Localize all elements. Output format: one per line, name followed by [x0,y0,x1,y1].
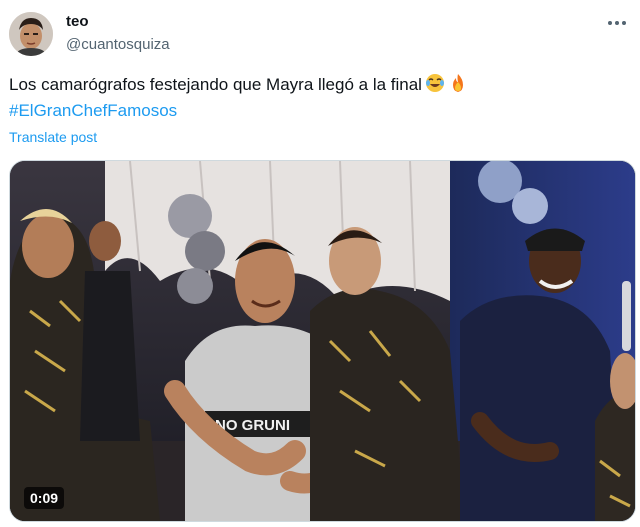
post-body: Los camarógrafos festejando que Mayra ll… [9,75,422,94]
post-text: Los camarógrafos festejando que Mayra ll… [9,72,629,124]
author-handle[interactable]: @cuantosquiza [66,35,170,55]
more-horizontal-icon [608,21,626,25]
translate-post-link[interactable]: Translate post [9,129,97,145]
avatar-image [9,12,53,56]
fire-emoji [452,74,463,92]
author-display-name[interactable]: teo [66,12,170,32]
hashtag-link[interactable]: #ElGranChefFamosos [9,101,177,120]
more-options-button[interactable] [604,12,630,34]
tweet: teo @cuantosquiza Los camarógrafos feste… [0,0,640,527]
author-avatar[interactable] [9,12,53,56]
video-duration-badge: 0:09 [24,487,65,509]
video-player[interactable]: NO GRUNI 0:09 [9,160,636,522]
face-with-tears-of-joy-emoji [425,74,444,92]
video-frame: NO GRUNI [10,161,635,521]
user-info: teo @cuantosquiza [66,12,170,55]
